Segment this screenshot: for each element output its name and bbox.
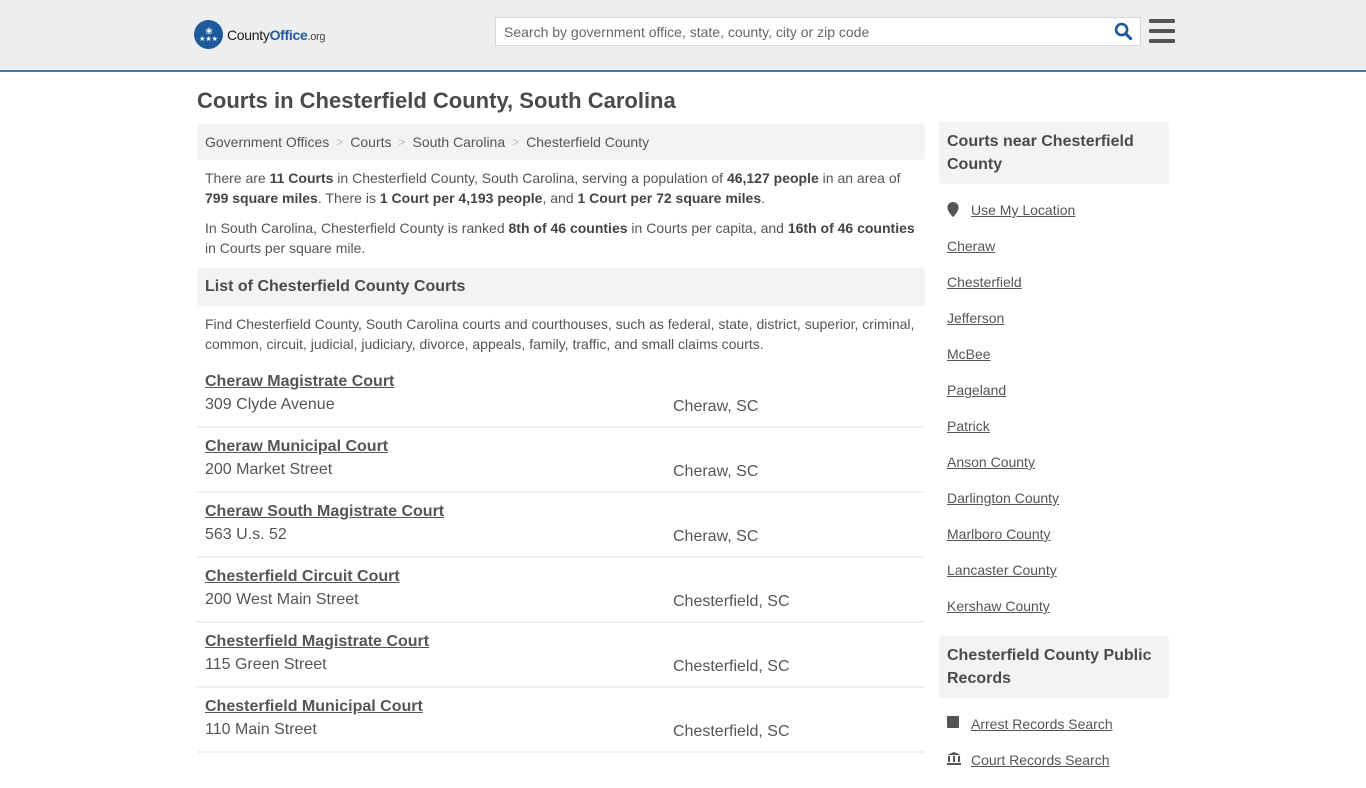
nearby-link-mcbee[interactable]: McBee: [947, 346, 991, 362]
use-my-location-item: Use My Location: [947, 202, 1161, 238]
area: 799 square miles: [205, 190, 318, 206]
breadcrumb-separator: >: [336, 135, 344, 149]
court-city: Cheraw, SC: [673, 528, 759, 545]
nearby-link-patrick[interactable]: Patrick: [947, 418, 990, 434]
nearby-court-item: Cheraw: [947, 238, 1161, 274]
courts-list-description: Find Chesterfield County, South Carolina…: [205, 316, 915, 352]
intro-summary: There are 11 Courts in Chesterfield Coun…: [197, 160, 925, 258]
nearby-link-cheraw[interactable]: Cheraw: [947, 238, 995, 254]
court-count: 11 Courts: [269, 170, 334, 186]
court-address: 200 Market Street: [205, 461, 333, 478]
map-pin-icon: [947, 202, 971, 217]
court-name-link[interactable]: Cheraw South Magistrate Court: [205, 503, 444, 521]
courts-list: Cheraw Magistrate Court 309 Clyde Avenue…: [197, 363, 925, 753]
court-address: 309 Clyde Avenue: [205, 396, 335, 413]
hamburger-menu-icon[interactable]: [1149, 19, 1175, 43]
nearby-link-anson-county[interactable]: Anson County: [947, 454, 1035, 470]
court-list-item: Cheraw South Magistrate Court 563 U.s. 5…: [197, 493, 925, 558]
nearby-court-item: Anson County: [947, 454, 1161, 490]
nearby-court-item: Darlington County: [947, 490, 1161, 526]
court-city: Cheraw, SC: [673, 463, 759, 480]
main-content: Government Offices > Courts > South Caro…: [197, 124, 925, 753]
nearby-court-item: Pageland: [947, 382, 1161, 418]
courts-list-heading: List of Chesterfield County Courts: [197, 268, 925, 306]
arrest-records-search-link[interactable]: Arrest Records Search: [971, 716, 1113, 732]
breadcrumb-courts[interactable]: Courts: [350, 134, 391, 150]
search-button[interactable]: [1106, 18, 1140, 45]
breadcrumb: Government Offices > Courts > South Caro…: [197, 124, 925, 160]
courts-per-capita: 1 Court per 4,193 people: [379, 190, 543, 206]
court-list-item: Chesterfield Magistrate Court 115 Green …: [197, 623, 925, 688]
intro-paragraph-stats: There are 11 Courts in Chesterfield Coun…: [205, 170, 901, 206]
court-list-item: Chesterfield Circuit Court 200 West Main…: [197, 558, 925, 623]
court-name-link[interactable]: Cheraw Municipal Court: [205, 438, 388, 456]
nearby-courts-list: Use My Location Cheraw Chesterfield Jeff…: [939, 184, 1169, 634]
nearby-link-marlboro-county[interactable]: Marlboro County: [947, 526, 1051, 542]
court-address: 110 Main Street: [205, 721, 317, 738]
nearby-link-pageland[interactable]: Pageland: [947, 382, 1006, 398]
court-city: Chesterfield, SC: [673, 658, 790, 675]
nearby-court-item: Jefferson: [947, 310, 1161, 346]
court-list-item: Cheraw Municipal Court 200 Market Street…: [197, 428, 925, 493]
courthouse-icon: [947, 752, 971, 765]
court-name-link[interactable]: Chesterfield Magistrate Court: [205, 633, 429, 651]
nearby-link-darlington-county[interactable]: Darlington County: [947, 490, 1059, 506]
nearby-court-item: Chesterfield: [947, 274, 1161, 310]
breadcrumb-separator: >: [512, 135, 520, 149]
public-record-item: Arrest Records Search: [947, 716, 1161, 752]
public-records-heading: Chesterfield County Public Records: [939, 636, 1169, 698]
site-logo[interactable]: ❀ ★★★ CountyOffice.org: [194, 20, 326, 49]
logo-wordmark: CountyOffice.org: [227, 26, 326, 43]
courts-per-area: 1 Court per 72 square miles: [577, 190, 762, 206]
court-address: 200 West Main Street: [205, 591, 359, 608]
site-header: ❀ ★★★ CountyOffice.org: [0, 0, 1366, 72]
search-input[interactable]: [496, 18, 1106, 45]
court-list-item: Cheraw Magistrate Court 309 Clyde Avenue…: [197, 363, 925, 428]
population: 46,127 people: [726, 170, 819, 186]
search-bar: [495, 17, 1141, 46]
nearby-link-lancaster-county[interactable]: Lancaster County: [947, 562, 1057, 578]
court-records-search-link[interactable]: Court Records Search: [971, 752, 1110, 768]
nearby-court-item: Kershaw County: [947, 598, 1161, 634]
nearby-courts-heading: Courts near Chesterfield County: [939, 122, 1169, 184]
court-address: 115 Green Street: [205, 656, 327, 673]
court-city: Chesterfield, SC: [673, 593, 790, 610]
menu-bar: [1149, 39, 1175, 43]
breadcrumb-separator: >: [398, 135, 406, 149]
nearby-court-item: Patrick: [947, 418, 1161, 454]
court-name-link[interactable]: Chesterfield Circuit Court: [205, 568, 400, 586]
intro-paragraph-rank: In South Carolina, Chesterfield County i…: [205, 220, 915, 256]
eagle-stars-badge-icon: ❀ ★★★: [194, 20, 223, 49]
court-list-item: Chesterfield Municipal Court 110 Main St…: [197, 688, 925, 753]
use-my-location-link[interactable]: Use My Location: [971, 202, 1075, 218]
search-icon: [1114, 22, 1132, 41]
nearby-link-kershaw-county[interactable]: Kershaw County: [947, 598, 1050, 614]
rank-per-area: 16th of 46 counties: [787, 220, 915, 236]
page-title: Courts in Chesterfield County, South Car…: [197, 88, 676, 113]
rank-per-capita: 8th of 46 counties: [508, 220, 628, 236]
court-name-link[interactable]: Chesterfield Municipal Court: [205, 698, 423, 716]
court-address: 563 U.s. 52: [205, 526, 287, 543]
breadcrumb-chesterfield-county[interactable]: Chesterfield County: [526, 134, 649, 150]
sidebar: Courts near Chesterfield County Use My L…: [939, 122, 1169, 788]
public-record-item: Court Records Search: [947, 752, 1161, 788]
menu-bar: [1149, 29, 1175, 33]
nearby-court-item: Marlboro County: [947, 526, 1161, 562]
nearby-link-chesterfield[interactable]: Chesterfield: [947, 274, 1022, 290]
court-city: Chesterfield, SC: [673, 723, 790, 740]
nearby-link-jefferson[interactable]: Jefferson: [947, 310, 1004, 326]
nearby-court-item: McBee: [947, 346, 1161, 382]
breadcrumb-south-carolina[interactable]: South Carolina: [413, 134, 506, 150]
nearby-court-item: Lancaster County: [947, 562, 1161, 598]
court-name-link[interactable]: Cheraw Magistrate Court: [205, 373, 394, 391]
menu-bar: [1149, 19, 1175, 23]
square-badge-icon: [947, 716, 971, 728]
breadcrumb-government-offices[interactable]: Government Offices: [205, 134, 329, 150]
public-records-list: Arrest Records Search Court Records Sear…: [939, 698, 1169, 788]
court-city: Cheraw, SC: [673, 398, 759, 415]
